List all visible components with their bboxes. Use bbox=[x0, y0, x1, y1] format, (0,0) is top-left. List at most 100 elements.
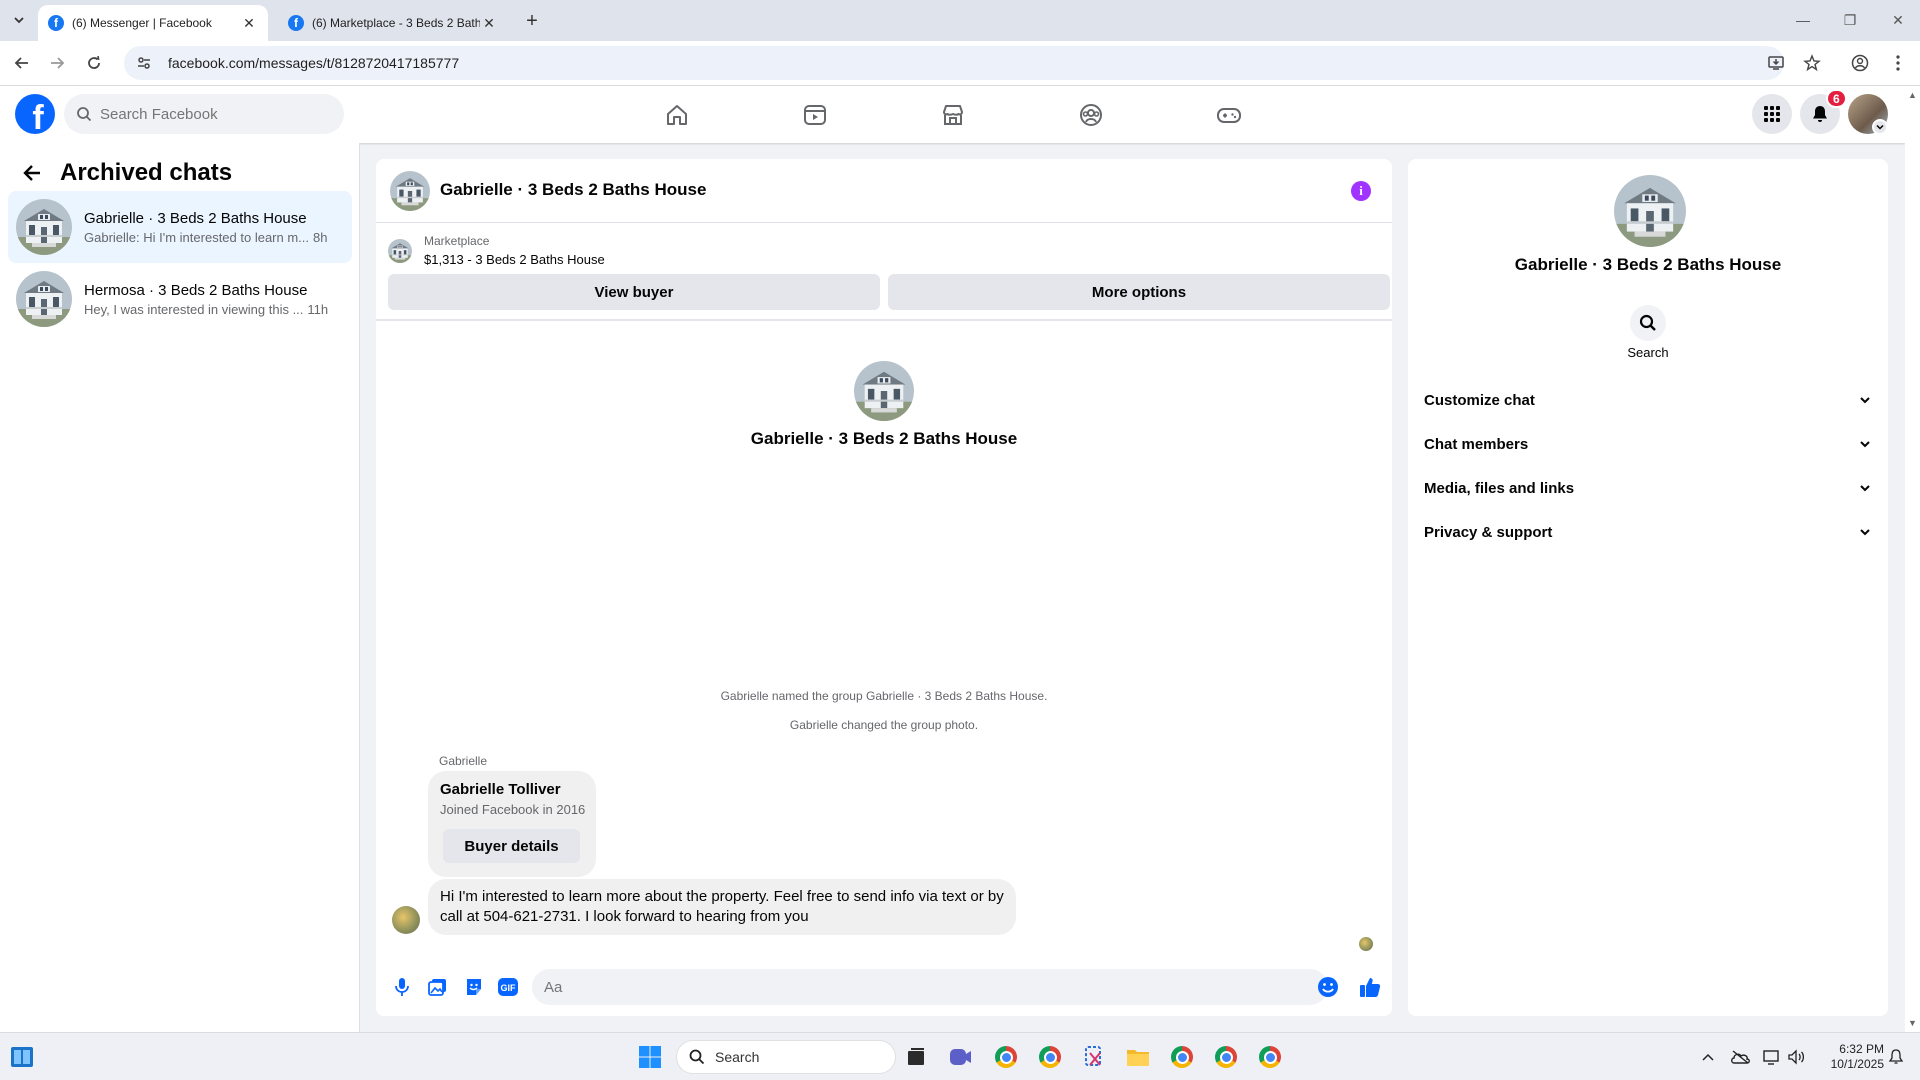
conversation-time: 8h bbox=[313, 229, 328, 245]
page-title: Archived chats bbox=[60, 159, 233, 186]
close-window-button[interactable]: ✕ bbox=[1884, 8, 1912, 32]
arrow-left-icon bbox=[14, 57, 28, 69]
tab-marketplace[interactable]: f (6) Marketplace - 3 Beds 2 Bath ✕ bbox=[278, 5, 508, 41]
chrome-icon[interactable] bbox=[1034, 1041, 1066, 1073]
close-tab-icon[interactable]: ✕ bbox=[240, 14, 258, 32]
taskbar-search[interactable]: Search bbox=[676, 1040, 896, 1074]
section-label: Privacy & support bbox=[1424, 523, 1553, 541]
facebook-top-nav: f 6 bbox=[0, 86, 1905, 143]
buyer-details-button[interactable]: Buyer details bbox=[443, 829, 580, 863]
back-button[interactable] bbox=[10, 51, 34, 75]
chat-title[interactable]: Gabrielle · 3 Beds 2 Baths House bbox=[440, 180, 706, 200]
message-input-wrapper[interactable] bbox=[532, 969, 1328, 1005]
facebook-logo-icon[interactable]: f bbox=[15, 94, 55, 134]
conversation-time: 11h bbox=[307, 301, 329, 317]
voice-clip-button[interactable] bbox=[390, 975, 414, 999]
teams-icon[interactable] bbox=[944, 1041, 976, 1073]
video-icon bbox=[804, 104, 826, 125]
gif-button[interactable]: GIF bbox=[496, 975, 520, 999]
scroll-down-arrow-icon[interactable]: ▼ bbox=[1908, 1018, 1917, 1028]
scroll-up-arrow-icon[interactable]: ▲ bbox=[1908, 90, 1917, 100]
view-buyer-button[interactable]: View buyer bbox=[388, 274, 880, 310]
menu-button[interactable] bbox=[1752, 94, 1792, 134]
privacy-support-section[interactable]: Privacy & support bbox=[1424, 516, 1872, 548]
conversation-avatar bbox=[16, 271, 72, 327]
sticker-icon bbox=[467, 979, 481, 995]
chat-avatar[interactable] bbox=[390, 171, 430, 211]
chrome-profile-4-icon[interactable] bbox=[1254, 1041, 1286, 1073]
onedrive-icon[interactable] bbox=[1730, 1047, 1750, 1067]
back-to-chats-button[interactable] bbox=[18, 159, 46, 187]
like-button[interactable] bbox=[1358, 975, 1382, 999]
volume-icon[interactable] bbox=[1786, 1047, 1806, 1067]
search-icon bbox=[77, 107, 92, 122]
archived-chats-pane: Archived chats Gabrielle · 3 Beds 2 Bath… bbox=[0, 143, 360, 1032]
bookmark-star-icon[interactable] bbox=[1800, 51, 1824, 75]
new-tab-button[interactable]: + bbox=[520, 9, 544, 33]
browser-profile-icon[interactable] bbox=[1848, 51, 1872, 75]
chrome-profile-1-icon[interactable] bbox=[990, 1041, 1022, 1073]
marketplace-label: Marketplace bbox=[424, 234, 490, 248]
section-label: Media, files and links bbox=[1424, 479, 1575, 497]
url-field[interactable]: facebook.com/messages/t/8128720417185777 bbox=[124, 46, 1784, 80]
sender-avatar[interactable] bbox=[392, 906, 420, 934]
taskbar-search-placeholder: Search bbox=[715, 1049, 760, 1065]
minimize-button[interactable]: — bbox=[1789, 8, 1817, 32]
close-tab-icon[interactable]: ✕ bbox=[480, 14, 498, 32]
customize-chat-section[interactable]: Customize chat bbox=[1424, 384, 1872, 416]
install-app-icon[interactable] bbox=[1764, 51, 1788, 75]
arrow-left-icon bbox=[23, 165, 40, 181]
snipping-tool-icon[interactable] bbox=[1078, 1041, 1110, 1073]
listing-title[interactable]: $1,313 - 3 Beds 2 Baths House bbox=[424, 252, 605, 267]
notification-center-icon[interactable] bbox=[1886, 1047, 1906, 1067]
forward-button[interactable] bbox=[45, 51, 69, 75]
conversation-item[interactable]: Gabrielle · 3 Beds 2 Baths House Gabriel… bbox=[8, 191, 352, 263]
notification-badge: 6 bbox=[1826, 89, 1847, 108]
nav-home[interactable] bbox=[622, 86, 732, 143]
svg-text:GIF: GIF bbox=[501, 983, 517, 993]
page-scrollbar[interactable]: ▲ ▼ bbox=[1905, 86, 1920, 1032]
nav-marketplace[interactable] bbox=[898, 86, 1008, 143]
nav-video[interactable] bbox=[760, 86, 870, 143]
browser-tab-strip: f (6) Messenger | Facebook ✕ f (6) Marke… bbox=[0, 0, 1920, 41]
start-button[interactable] bbox=[634, 1041, 666, 1073]
chat-members-section[interactable]: Chat members bbox=[1424, 428, 1872, 460]
facebook-search-input[interactable] bbox=[100, 105, 320, 123]
facebook-search[interactable] bbox=[64, 94, 344, 134]
windows-logo-icon bbox=[639, 1046, 661, 1068]
media-files-links-section[interactable]: Media, files and links bbox=[1424, 472, 1872, 504]
windows-taskbar: Search 6:32 PM 10/1/2025 bbox=[0, 1032, 1920, 1080]
conversation-name: Gabrielle · 3 Beds 2 Baths House bbox=[84, 209, 307, 227]
message-input[interactable] bbox=[544, 978, 1284, 996]
attach-media-button[interactable] bbox=[426, 975, 450, 999]
emoji-button[interactable] bbox=[1316, 975, 1340, 999]
conversation-item[interactable]: Hermosa · 3 Beds 2 Baths House Hey, I wa… bbox=[8, 263, 352, 335]
restore-button[interactable]: ❐ bbox=[1836, 8, 1864, 32]
chat-intro-avatar bbox=[854, 361, 914, 421]
browser-menu-icon[interactable] bbox=[1886, 51, 1910, 75]
more-options-button[interactable]: More options bbox=[888, 274, 1390, 310]
account-caret[interactable] bbox=[1872, 119, 1888, 135]
taskbar-clock[interactable]: 6:32 PM 10/1/2025 bbox=[1820, 1042, 1884, 1072]
nav-gaming[interactable] bbox=[1174, 86, 1284, 143]
network-icon[interactable] bbox=[1762, 1047, 1782, 1067]
tab-list-button[interactable] bbox=[8, 9, 30, 31]
reload-button[interactable] bbox=[82, 51, 106, 75]
chat-intro-name: Gabrielle · 3 Beds 2 Baths House bbox=[750, 429, 1018, 448]
show-hidden-icons-icon[interactable] bbox=[1698, 1047, 1718, 1067]
site-info-icon[interactable] bbox=[136, 55, 154, 71]
chrome-profile-2-icon[interactable] bbox=[1166, 1041, 1198, 1073]
clock-time: 6:32 PM bbox=[1839, 1042, 1884, 1056]
search-in-conversation-button[interactable] bbox=[1630, 305, 1666, 341]
task-view-icon[interactable] bbox=[900, 1041, 932, 1073]
file-explorer-icon[interactable] bbox=[1122, 1041, 1154, 1073]
nav-groups[interactable] bbox=[1036, 86, 1146, 143]
marketplace-banner: Marketplace $1,313 - 3 Beds 2 Baths Hous… bbox=[376, 223, 1392, 321]
sticker-button[interactable] bbox=[462, 975, 486, 999]
conversation-info-icon[interactable]: i bbox=[1351, 181, 1371, 201]
chrome-profile-3-icon[interactable] bbox=[1210, 1041, 1242, 1073]
conversation-avatar bbox=[16, 199, 72, 255]
widgets-icon[interactable] bbox=[6, 1041, 38, 1073]
message-composer: GIF bbox=[376, 961, 1392, 1013]
tab-messenger[interactable]: f (6) Messenger | Facebook ✕ bbox=[38, 5, 268, 41]
